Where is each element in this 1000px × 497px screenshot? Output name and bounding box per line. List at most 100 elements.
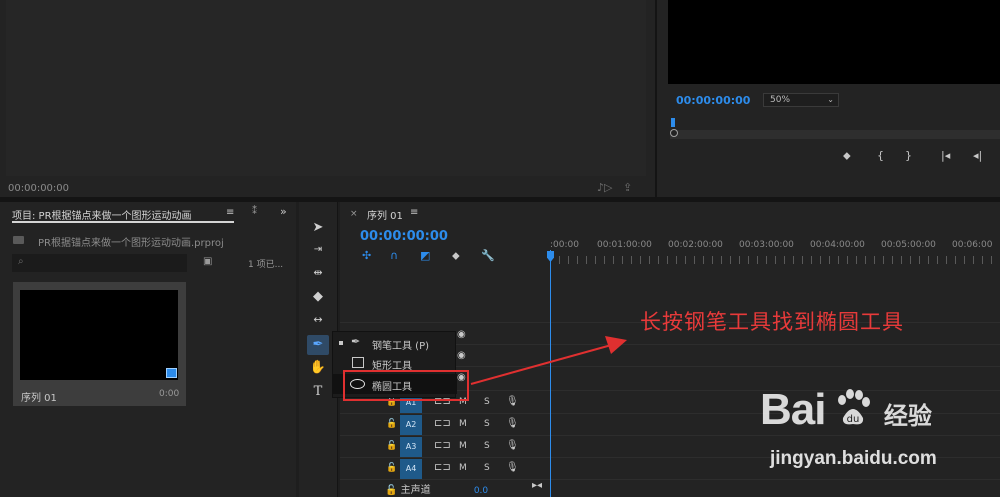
ripple-edit-tool-icon[interactable]: ⇹ bbox=[307, 263, 329, 283]
program-scrubber[interactable] bbox=[670, 130, 1000, 139]
master-label: 主声道 bbox=[400, 485, 431, 496]
ruler-label: 00:01:00:00 bbox=[597, 240, 652, 250]
overflow-chevrons-icon[interactable]: » bbox=[280, 205, 287, 218]
add-marker-icon[interactable]: ⬥ bbox=[843, 149, 851, 163]
lock-icon[interactable]: 🔓 bbox=[386, 419, 397, 429]
lock-icon[interactable]: 🔓 bbox=[385, 485, 397, 496]
export-frame-icon[interactable]: ⇪ bbox=[623, 181, 632, 194]
time-ruler[interactable] bbox=[550, 256, 1000, 264]
project-search-input[interactable] bbox=[12, 254, 187, 272]
go-to-end-icon[interactable]: ▸◂ bbox=[532, 480, 542, 491]
step-back-icon[interactable]: ◂| bbox=[973, 149, 982, 162]
ruler-label: 00:04:00:00 bbox=[810, 240, 865, 250]
wrench-icon[interactable]: 🔧 bbox=[481, 249, 495, 262]
sequence-menu-icon[interactable]: ≡ bbox=[410, 207, 418, 218]
zoom-select[interactable]: 50% ⌄ bbox=[763, 93, 839, 107]
watermark-logo: Bai bbox=[760, 385, 826, 434]
search-icon: ⌕ bbox=[18, 256, 24, 267]
watermark-jingyan: 经验 bbox=[883, 402, 932, 430]
audio-waveform-icon[interactable]: ♪▷ bbox=[597, 181, 612, 194]
lock-icon[interactable]: 🔓 bbox=[386, 441, 397, 451]
thumbnail-name: 序列 01 bbox=[21, 393, 57, 404]
rectangle-icon bbox=[352, 357, 364, 368]
media-browser-icon[interactable]: ⁑ bbox=[252, 206, 257, 217]
mute-button[interactable]: M bbox=[459, 441, 467, 451]
track-target-a2[interactable]: A2 bbox=[400, 415, 422, 435]
ruler-label: 00:06:00 bbox=[952, 240, 993, 250]
source-monitor-screen bbox=[6, 0, 646, 176]
track-target-a3[interactable]: A3 bbox=[400, 437, 422, 457]
thumbnail-duration: 0:00 bbox=[159, 389, 180, 399]
master-track[interactable]: 🔓 主声道 0.0 bbox=[385, 481, 488, 496]
ruler-label: 00:02:00:00 bbox=[668, 240, 723, 250]
project-file-name: PR根据锚点来做一个图形运动动画.prproj bbox=[38, 238, 224, 249]
sync-lock-icon[interactable]: ⊏⊐ bbox=[434, 462, 451, 473]
selected-bullet bbox=[339, 341, 343, 345]
sync-lock-icon[interactable]: ⊏⊐ bbox=[434, 418, 451, 429]
sequence-thumbnail[interactable]: 序列 01 0:00 bbox=[13, 282, 186, 406]
ruler-label: 00:03:00:00 bbox=[739, 240, 794, 250]
hand-tool-icon[interactable]: ✋ bbox=[307, 358, 329, 378]
annotation-highlight-box bbox=[343, 370, 469, 401]
mark-out-icon[interactable]: } bbox=[905, 149, 912, 162]
track-divider bbox=[340, 479, 1000, 480]
ruler-label: 00:05:00:00 bbox=[881, 240, 936, 250]
thumbnail-image bbox=[20, 290, 178, 380]
menu-item-pen-tool[interactable]: ✒ 钢笔工具 (P) bbox=[333, 333, 457, 353]
ruler-label: :00:00 bbox=[550, 240, 579, 250]
program-playhead[interactable] bbox=[671, 118, 675, 127]
program-monitor: 00:00:00:00 50% ⌄ ⬥ { } |◂ ◂| bbox=[657, 0, 1000, 197]
baidu-paw-icon: du bbox=[838, 389, 870, 425]
microphone-icon[interactable]: 🎙 bbox=[506, 396, 519, 407]
watermark-url: jingyan.baidu.com bbox=[770, 448, 937, 469]
source-timecode[interactable]: 00:00:00:00 bbox=[8, 183, 69, 194]
sync-lock-icon[interactable]: ⊏⊐ bbox=[434, 440, 451, 451]
active-tab-underline bbox=[12, 221, 234, 223]
sequence-tab[interactable]: 序列 01 bbox=[367, 207, 403, 222]
master-volume[interactable]: 0.0 bbox=[474, 486, 488, 496]
menu-item-label: 钢笔工具 (P) bbox=[372, 341, 430, 352]
timeline-timecode[interactable]: 00:00:00:00 bbox=[360, 229, 448, 244]
solo-button[interactable]: S bbox=[484, 419, 490, 429]
solo-button[interactable]: S bbox=[484, 463, 490, 473]
microphone-icon[interactable]: 🎙 bbox=[506, 440, 519, 451]
add-marker-icon[interactable]: ⬥ bbox=[452, 249, 460, 263]
razor-tool-icon[interactable]: ◆ bbox=[307, 287, 329, 307]
item-count: 1 项已... bbox=[248, 260, 284, 270]
program-monitor-screen bbox=[668, 0, 1000, 84]
close-tab-icon[interactable]: × bbox=[350, 209, 358, 219]
nest-toggle-icon[interactable]: ✣ bbox=[362, 249, 371, 262]
svg-text:du: du bbox=[847, 414, 860, 425]
track-target-a4[interactable]: A4 bbox=[400, 459, 422, 479]
go-to-in-icon[interactable]: |◂ bbox=[941, 149, 950, 162]
pen-icon: ✒ bbox=[351, 335, 361, 348]
solo-button[interactable]: S bbox=[484, 441, 490, 451]
selection-tool-icon[interactable]: ➤ bbox=[307, 218, 329, 238]
linked-selection-icon[interactable]: ◩ bbox=[420, 249, 430, 262]
lock-icon[interactable]: 🔓 bbox=[386, 463, 397, 473]
sequence-badge-icon bbox=[166, 368, 177, 378]
program-timecode[interactable]: 00:00:00:00 bbox=[676, 94, 750, 107]
microphone-icon[interactable]: 🎙 bbox=[506, 418, 519, 429]
project-file-icon bbox=[13, 236, 24, 244]
pen-tool-icon[interactable]: ✒ bbox=[307, 335, 329, 355]
scrubber-handle[interactable] bbox=[670, 129, 678, 137]
chevron-down-icon: ⌄ bbox=[827, 95, 834, 104]
zoom-value: 50% bbox=[770, 95, 791, 105]
annotation-arrow bbox=[470, 336, 627, 385]
mute-button[interactable]: M bbox=[459, 419, 467, 429]
solo-button[interactable]: S bbox=[484, 397, 490, 407]
microphone-icon[interactable]: 🎙 bbox=[506, 462, 519, 473]
new-bin-icon[interactable]: ▣ bbox=[203, 256, 212, 267]
project-panel: 项目: PR根据锚点来做一个图形运动动画 ≡ ⁑ » PR根据锚点来做一个图形运… bbox=[0, 202, 296, 497]
panel-menu-icon[interactable]: ≡ bbox=[226, 207, 234, 218]
annotation-text: 长按钢笔工具找到椭圆工具 bbox=[640, 310, 904, 334]
source-monitor: 00:00:00:00 ♪▷ ⇪ bbox=[0, 0, 655, 197]
mark-in-icon[interactable]: { bbox=[877, 149, 884, 162]
type-tool-icon[interactable]: T bbox=[307, 382, 329, 402]
project-tab[interactable]: 项目: PR根据锚点来做一个图形运动动画 bbox=[12, 207, 192, 222]
snap-icon[interactable]: ∩ bbox=[390, 249, 398, 262]
track-select-tool-icon[interactable]: ⇥ bbox=[307, 240, 329, 260]
mute-button[interactable]: M bbox=[459, 463, 467, 473]
slip-tool-icon[interactable]: ↔ bbox=[307, 310, 329, 330]
